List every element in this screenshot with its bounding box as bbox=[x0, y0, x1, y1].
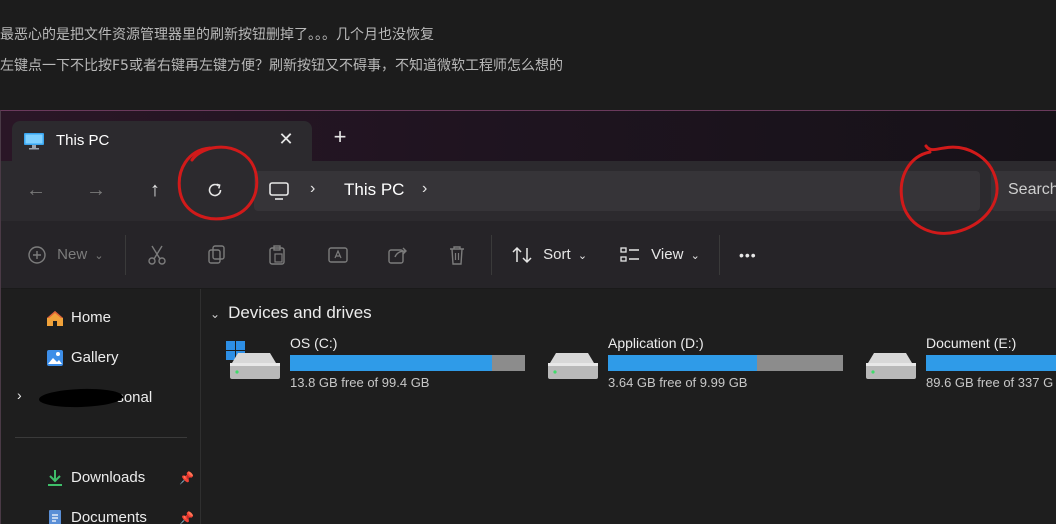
close-icon[interactable]: ✕ bbox=[274, 127, 298, 151]
sort-label: Sort bbox=[543, 246, 571, 263]
file-explorer-window: This PC ✕ + ← → ↑ › This PC › Search New… bbox=[0, 110, 1056, 524]
windows-drive-icon bbox=[226, 341, 280, 379]
copy-icon bbox=[208, 245, 225, 264]
tab-bar: This PC ✕ + bbox=[1, 111, 1056, 161]
drive-usage-fill bbox=[926, 355, 1056, 371]
trash-icon bbox=[450, 246, 464, 265]
copy-button[interactable] bbox=[207, 243, 227, 267]
drive-name: Application (D:) bbox=[608, 335, 704, 351]
drive-usage-fill bbox=[290, 355, 493, 371]
sidebar-item-label: Downloads bbox=[71, 469, 146, 486]
hard-drive-icon bbox=[548, 353, 598, 379]
group-title: Devices and drives bbox=[228, 303, 372, 322]
post-text-line-2: 左键点一下不比按F5或者右键再左键方便？刷新按钮又不碍事，不知道微软工程师怎么想… bbox=[0, 58, 563, 74]
new-tab-button[interactable]: + bbox=[329, 126, 351, 149]
rename-button[interactable] bbox=[327, 243, 349, 267]
drive-free-space: 3.64 GB free of 9.99 GB bbox=[608, 375, 748, 390]
forward-button[interactable]: → bbox=[81, 175, 111, 205]
pin-icon[interactable]: 📌 bbox=[179, 511, 194, 524]
monitor-icon bbox=[269, 182, 289, 200]
group-header-devices-and-drives[interactable]: ⌄ Devices and drives bbox=[210, 303, 372, 323]
drive-free-space: 89.6 GB free of 337 G bbox=[926, 375, 1054, 390]
sort-button[interactable]: Sort ⌄ bbox=[511, 243, 587, 267]
search-placeholder: Search bbox=[1008, 181, 1056, 198]
breadcrumb-this-pc[interactable]: This PC bbox=[344, 180, 404, 200]
pin-icon[interactable]: 📌 bbox=[179, 471, 194, 485]
toolbar-divider bbox=[491, 235, 492, 275]
sort-icon bbox=[512, 246, 532, 264]
command-toolbar: New ⌄ Sort ⌄ View ⌄ ••• bbox=[1, 221, 1056, 289]
drive-tile[interactable]: OS (C:) 13.8 GB free of 99.4 GB bbox=[226, 333, 536, 393]
paste-button[interactable] bbox=[267, 243, 287, 267]
rename-icon bbox=[328, 247, 348, 263]
navigation-bar: ← → ↑ › This PC › Search bbox=[1, 161, 1056, 221]
sidebar-divider bbox=[15, 437, 187, 438]
share-button[interactable] bbox=[387, 243, 409, 267]
content-area: Home Gallery › Personal Downloads 📌 bbox=[1, 289, 1056, 524]
refresh-icon bbox=[208, 183, 222, 197]
sidebar-item-label: Home bbox=[71, 309, 112, 326]
drive-tile[interactable]: Document (E:) 89.6 GB free of 337 G bbox=[862, 333, 1056, 393]
share-icon bbox=[388, 247, 407, 264]
breadcrumb-chevron-icon[interactable]: › bbox=[422, 180, 427, 198]
drive-name: OS (C:) bbox=[290, 335, 338, 351]
paste-icon bbox=[269, 245, 285, 265]
more-options-button[interactable]: ••• bbox=[739, 243, 757, 267]
up-button[interactable]: ↑ bbox=[140, 175, 170, 205]
scissors-icon bbox=[148, 245, 166, 265]
new-label: New bbox=[57, 246, 88, 263]
drive-free-space: 13.8 GB free of 99.4 GB bbox=[290, 375, 430, 390]
cut-button[interactable] bbox=[147, 243, 167, 267]
drive-usage-bar bbox=[608, 355, 843, 371]
view-label: View bbox=[651, 246, 684, 263]
download-icon bbox=[48, 470, 62, 486]
address-bar[interactable]: › This PC › bbox=[254, 171, 980, 211]
post-text-line-1: 最恶心的是把文件资源管理器里的刷新按钮删掉了。。。几个月也没恢复 bbox=[0, 27, 434, 43]
search-input[interactable]: Search bbox=[991, 171, 1056, 211]
document-icon bbox=[49, 510, 61, 524]
refresh-button[interactable] bbox=[200, 175, 230, 205]
new-button[interactable]: New ⌄ bbox=[27, 243, 104, 267]
plus-circle-icon bbox=[28, 246, 46, 264]
hard-drive-icon bbox=[866, 353, 916, 379]
home-icon bbox=[47, 311, 63, 326]
main-pane: ⌄ Devices and drives OS (C:) 13.8 GB free … bbox=[202, 289, 1056, 524]
screenshot-page: 最恶心的是把文件资源管理器里的刷新按钮删掉了。。。几个月也没恢复 左键点一下不比… bbox=[0, 0, 1056, 524]
toolbar-divider bbox=[125, 235, 126, 275]
sidebar-item-label: Documents bbox=[71, 509, 147, 524]
tab-this-pc[interactable]: This PC ✕ bbox=[12, 121, 312, 161]
chevron-down-icon: ⌄ bbox=[690, 250, 700, 262]
view-list-icon bbox=[620, 247, 639, 262]
drive-usage-bar bbox=[290, 355, 525, 371]
navigation-pane: Home Gallery › Personal Downloads 📌 bbox=[1, 289, 201, 524]
toolbar-divider bbox=[719, 235, 720, 275]
chevron-down-icon: ⌄ bbox=[577, 250, 588, 262]
chevron-down-icon: ⌄ bbox=[210, 307, 221, 321]
drive-name: Document (E:) bbox=[926, 335, 1017, 351]
drive-tile[interactable]: Application (D:) 3.64 GB free of 9.99 GB bbox=[544, 333, 854, 393]
view-button[interactable]: View ⌄ bbox=[619, 243, 700, 267]
delete-button[interactable] bbox=[447, 243, 467, 267]
gallery-icon bbox=[47, 350, 63, 366]
breadcrumb-chevron-icon[interactable]: › bbox=[310, 180, 315, 198]
chevron-down-icon: ⌄ bbox=[94, 250, 104, 262]
back-button[interactable]: ← bbox=[21, 175, 51, 205]
sidebar-item-label: Gallery bbox=[71, 349, 119, 366]
monitor-icon bbox=[24, 133, 44, 150]
drive-usage-bar bbox=[926, 355, 1056, 371]
drive-usage-fill bbox=[608, 355, 758, 371]
tab-title: This PC bbox=[56, 132, 110, 149]
expand-chevron-icon[interactable]: › bbox=[17, 387, 22, 403]
